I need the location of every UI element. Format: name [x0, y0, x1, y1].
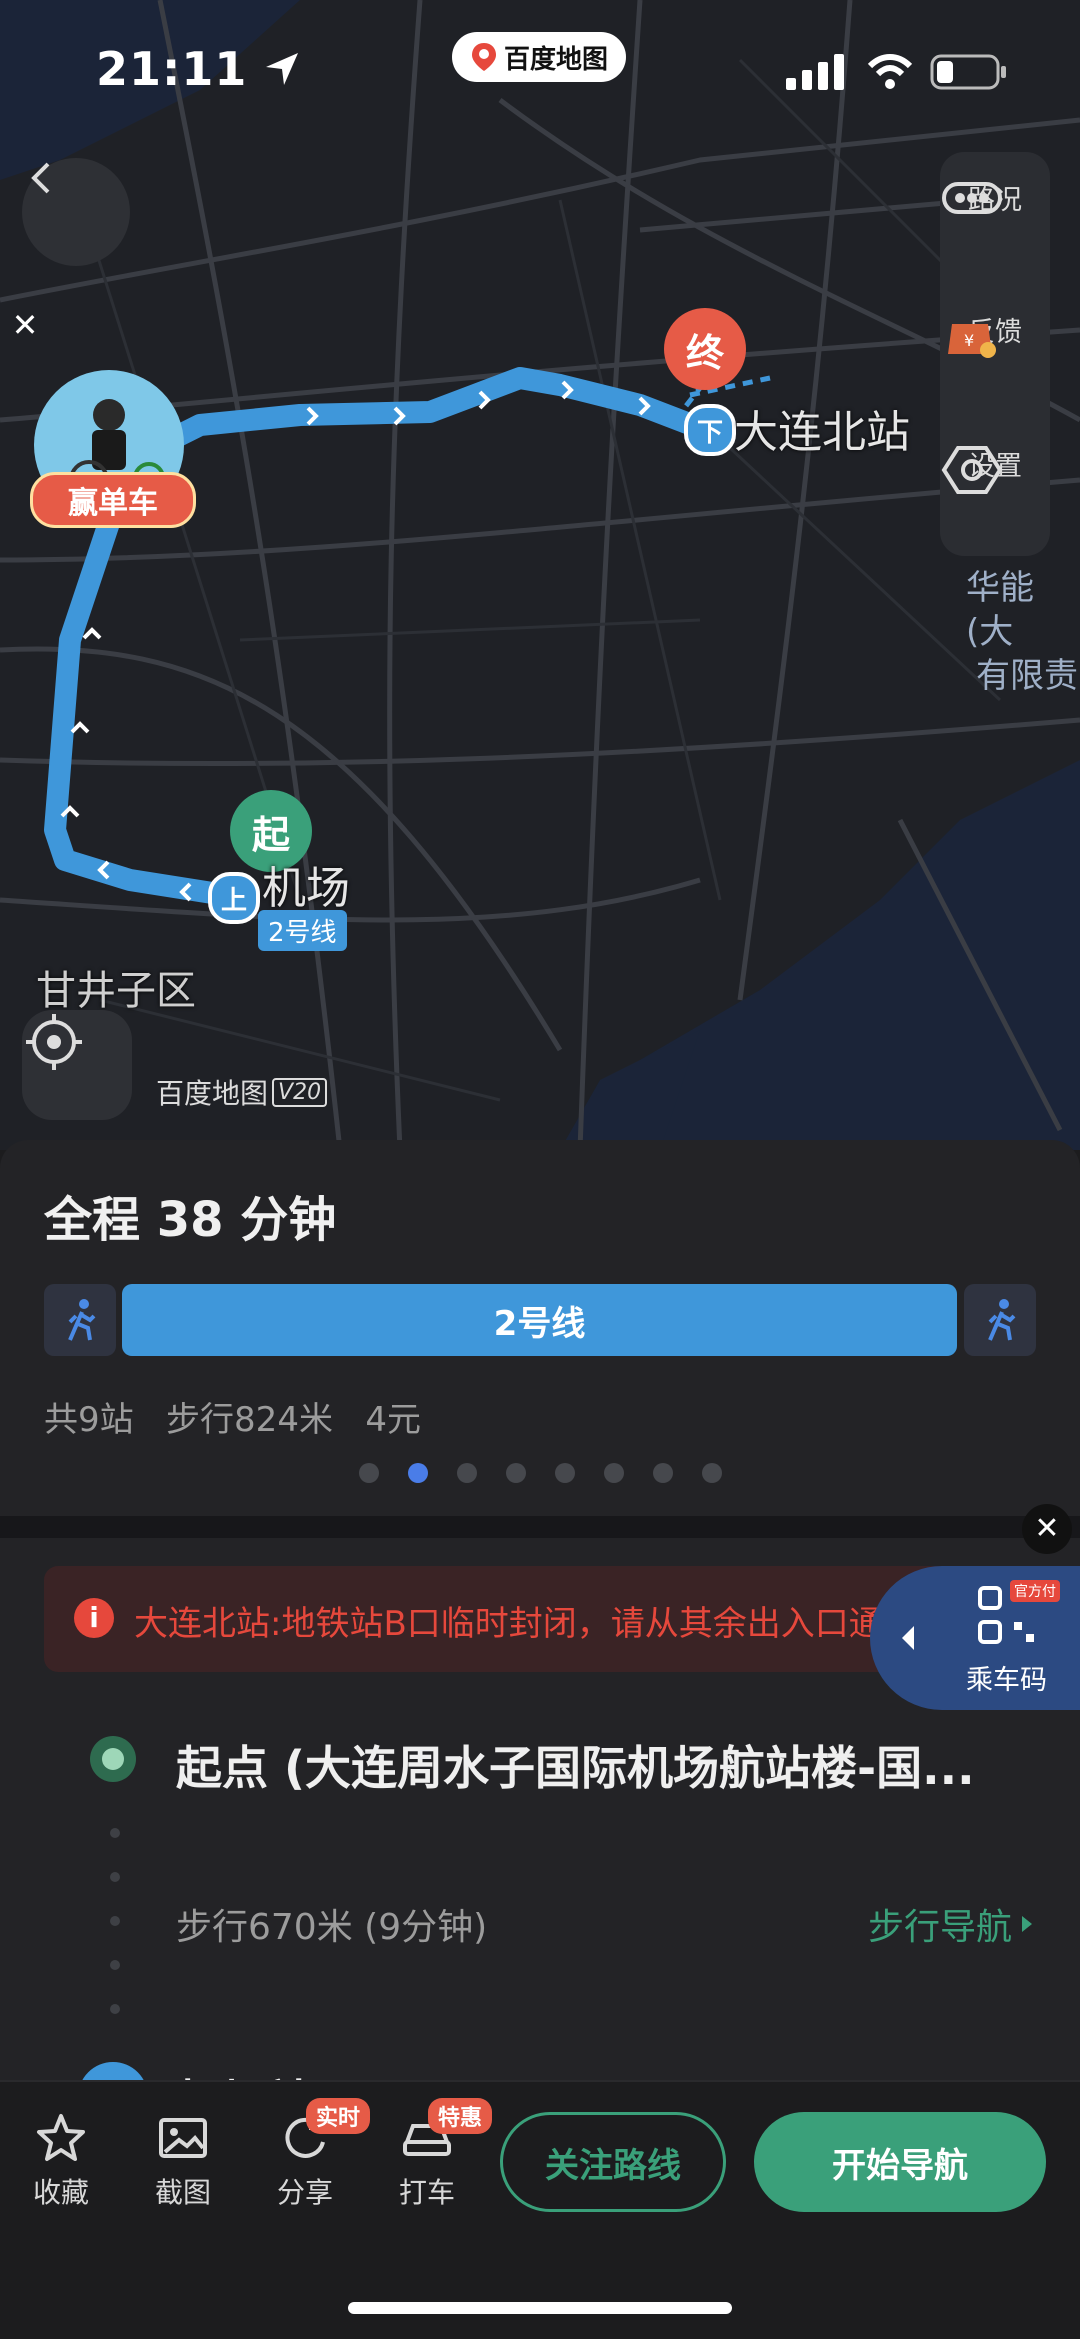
traffic-button[interactable]: 路况: [940, 178, 1050, 217]
section-divider: [0, 1516, 1080, 1538]
settings-icon: [941, 446, 1003, 494]
page-indicator: [0, 1460, 1080, 1490]
traffic-icon: [942, 182, 1002, 214]
end-station-label[interactable]: 大连北站: [734, 396, 910, 460]
page-dot[interactable]: [358, 1463, 379, 1483]
battery-icon: [930, 54, 1006, 90]
map-view[interactable]: ✕ 赢单车 终 下 大连北站 起 上 机场 2号线 甘井子区 华能(大 有限责 …: [0, 0, 1080, 1150]
ride-code-label: 乘车码: [966, 1665, 1047, 1696]
step-walk: 步行670米 (9分钟): [176, 1907, 488, 1948]
page-dot[interactable]: [456, 1463, 477, 1483]
poi-label: 华能(大 有限责: [966, 568, 1078, 696]
total-time: 全程 38 分钟: [44, 1192, 337, 1248]
step-connector-dot: [110, 1828, 120, 1838]
step-connector-dot: [110, 2004, 120, 2014]
walk-end-segment: [964, 1284, 1036, 1356]
ride-code-panel[interactable]: 官方付 乘车码: [870, 1566, 1080, 1710]
page-dot[interactable]: [701, 1463, 722, 1483]
step-connector-dot: [110, 1960, 120, 1970]
walk-nav-link[interactable]: 步行导航: [868, 1898, 1034, 1950]
page-dot[interactable]: [554, 1463, 575, 1483]
alert-icon: i: [74, 1598, 114, 1638]
close-promo-icon[interactable]: ✕: [8, 308, 42, 342]
chevron-left-icon: [902, 1626, 914, 1650]
home-indicator[interactable]: [348, 2302, 732, 2314]
district-label: 甘井子区: [36, 968, 196, 1014]
page-dot[interactable]: [603, 1463, 624, 1483]
chevron-left-icon: [31, 162, 50, 194]
step-start[interactable]: 起点 (大连周水子国际机场航站楼-国...: [176, 1732, 1056, 1798]
bike-promo-label[interactable]: 赢单车: [30, 472, 196, 528]
back-button[interactable]: [22, 158, 130, 266]
settings-button[interactable]: 设置: [940, 444, 1050, 494]
start-station-tag: 上: [208, 872, 260, 924]
share-tag: 实时: [306, 2098, 371, 2134]
walk-start-segment: [44, 1284, 116, 1356]
app-badge[interactable]: 百度地图: [452, 32, 626, 82]
star-icon: [37, 2114, 85, 2161]
wifi-icon: [867, 54, 913, 89]
step-connector-dot: [110, 1872, 120, 1882]
screenshot-button[interactable]: 截图: [138, 2112, 228, 2211]
taxi-tag: 特惠: [428, 2098, 493, 2134]
locate-button[interactable]: [22, 1010, 132, 1120]
end-marker[interactable]: 终: [664, 308, 746, 390]
route-segment-line[interactable]: 2号线: [122, 1284, 957, 1356]
feedback-icon: ¥: [948, 324, 996, 358]
signal-icon: [786, 54, 844, 90]
line-tag: 2号线: [258, 910, 347, 951]
page-dot[interactable]: [407, 1463, 428, 1483]
start-station-label[interactable]: 机场: [262, 852, 350, 916]
walk-icon: [68, 1299, 96, 1341]
walk-icon: [988, 1299, 1016, 1341]
route-stats: 共9站 步行824米 4元: [44, 1400, 422, 1440]
location-arrow-icon: [266, 53, 299, 85]
qr-tag: 官方付: [1010, 1580, 1060, 1602]
follow-route-button[interactable]: 关注路线: [500, 2112, 726, 2212]
favorite-button[interactable]: 收藏: [16, 2112, 106, 2211]
start-point-icon: [90, 1736, 136, 1782]
page-dot[interactable]: [652, 1463, 673, 1483]
page-dot[interactable]: [505, 1463, 526, 1483]
map-side-panel: 路况 ¥ 反馈 设置: [940, 152, 1050, 556]
map-watermark: 百度地图 V20: [156, 1072, 328, 1112]
baidu-maps-icon: [471, 43, 496, 71]
end-station-tag: 下: [684, 404, 736, 456]
step-connector-dot: [110, 1916, 120, 1926]
feedback-button[interactable]: ¥ 反馈: [940, 310, 1050, 358]
image-icon: [159, 2118, 207, 2158]
start-navigation-button[interactable]: 开始导航: [754, 2112, 1046, 2212]
close-alert-icon[interactable]: ✕: [1022, 1504, 1072, 1554]
chevron-right-icon: [1022, 1916, 1033, 1932]
locate-icon: [26, 1014, 82, 1070]
status-time: 21:11: [96, 42, 300, 96]
alert-text: 大连北站:地铁站B口临时封闭，请从其余出入口通行: [134, 1604, 917, 1644]
svg-text:¥: ¥: [964, 331, 974, 350]
